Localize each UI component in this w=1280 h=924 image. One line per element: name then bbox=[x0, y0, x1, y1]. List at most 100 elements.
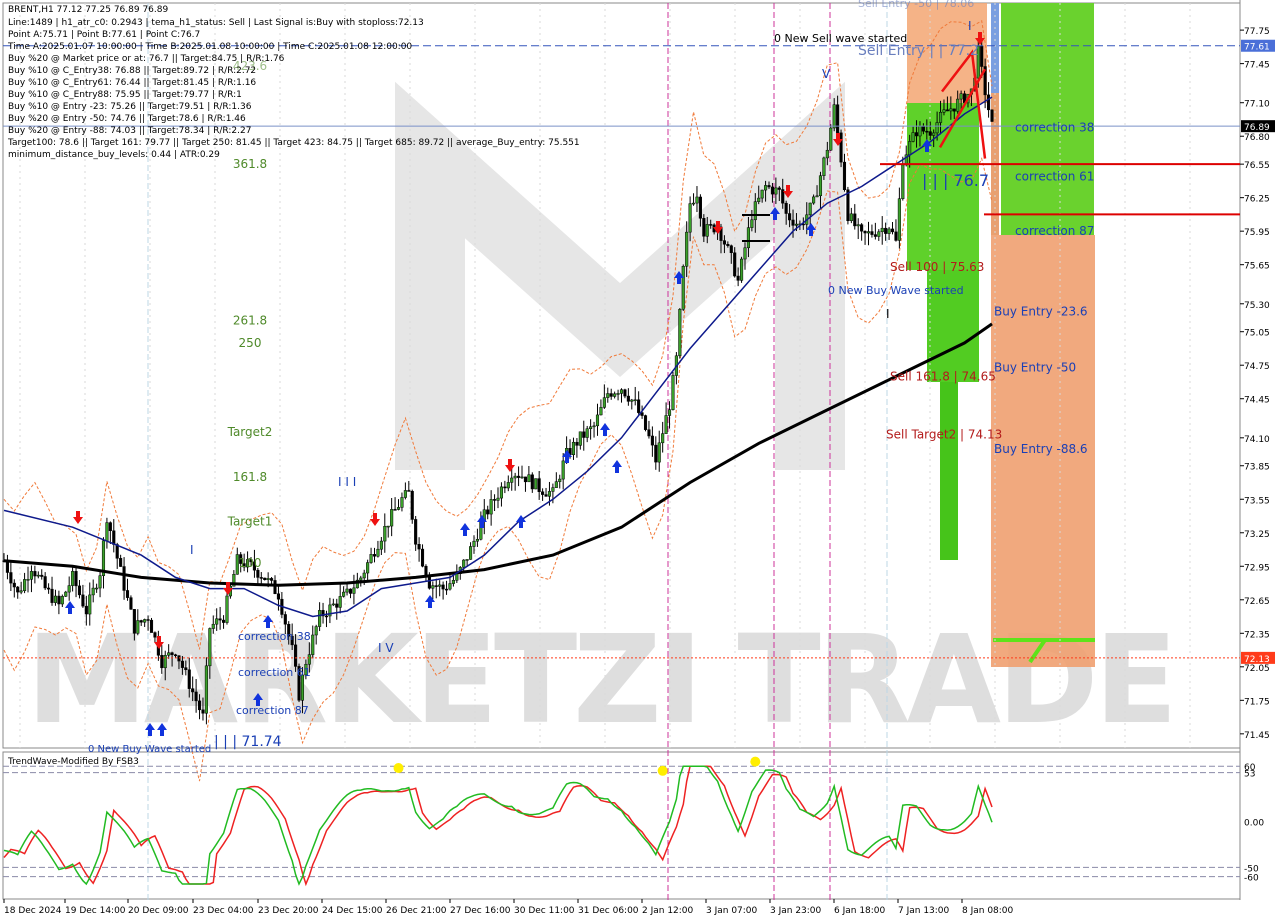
x-tick-label: 6 Jan 18:00 bbox=[834, 906, 886, 916]
osc-tick-label: -60 bbox=[1244, 874, 1259, 884]
fib-label: 100 bbox=[239, 556, 262, 570]
candle-body bbox=[729, 245, 733, 254]
candle-body bbox=[201, 709, 205, 714]
candle-body bbox=[95, 587, 99, 590]
candle-body bbox=[609, 393, 613, 397]
osc-tick-label: 0.00 bbox=[1244, 818, 1264, 828]
candle-body bbox=[623, 389, 627, 397]
candle-body bbox=[91, 587, 95, 596]
candle-body bbox=[578, 431, 582, 446]
candle-body bbox=[661, 433, 665, 444]
candle bbox=[149, 617, 154, 633]
candle-body bbox=[520, 476, 524, 479]
candle-body bbox=[853, 213, 857, 227]
green-zone-right bbox=[1001, 3, 1094, 235]
candle-body bbox=[914, 132, 919, 137]
y-tick-label: 76.55 bbox=[1244, 161, 1270, 171]
candle-body bbox=[585, 428, 589, 438]
candle-body bbox=[551, 487, 555, 492]
info-line: Buy %20 @ Entry -88: 74.03 || Target:78.… bbox=[8, 126, 251, 136]
candle-body bbox=[362, 572, 366, 579]
candle-body bbox=[191, 688, 195, 693]
candle-body bbox=[441, 584, 445, 590]
candle-body bbox=[870, 231, 874, 235]
right-label: correction 87 bbox=[1015, 224, 1094, 238]
candle-body bbox=[650, 435, 654, 446]
candle-body bbox=[849, 213, 853, 222]
price-tag-label: 77.61 bbox=[1244, 43, 1270, 53]
candle-body bbox=[393, 509, 397, 511]
x-tick-label: 3 Jan 23:00 bbox=[770, 906, 822, 916]
candle-body bbox=[12, 582, 16, 588]
chart-root: MARKETZI TRADE 361.8 261.8 250 Target2 161.8… bbox=[0, 0, 1280, 920]
candle-body bbox=[633, 399, 637, 401]
candle-body bbox=[215, 618, 219, 625]
candle-body bbox=[818, 175, 823, 197]
candle bbox=[678, 308, 682, 359]
candle-body bbox=[19, 590, 23, 593]
candle-body bbox=[270, 578, 274, 581]
candle-body bbox=[420, 548, 425, 567]
candle-body bbox=[523, 476, 527, 483]
candle-body bbox=[894, 231, 898, 241]
right-label: Buy Entry -50 bbox=[994, 360, 1076, 374]
candle-body bbox=[911, 132, 915, 142]
candle-body bbox=[722, 240, 726, 245]
price-chart[interactable]: MARKETZI TRADE 361.8261.8250Target2161.8… bbox=[0, 0, 1280, 920]
y-tick-label: 72.35 bbox=[1244, 630, 1270, 640]
candle-body bbox=[626, 395, 630, 402]
candle-body bbox=[863, 230, 867, 234]
candle-body bbox=[125, 590, 130, 598]
candle-body bbox=[770, 186, 774, 195]
candle-body bbox=[204, 665, 208, 714]
candle-body bbox=[184, 667, 188, 670]
buy-wave-label: 0 New Buy Wave started bbox=[828, 284, 964, 297]
candle-body bbox=[592, 425, 596, 428]
candle-body bbox=[33, 571, 37, 577]
candle-body bbox=[119, 558, 123, 567]
candle-body bbox=[932, 132, 936, 136]
candle-body bbox=[959, 93, 963, 100]
candle-body bbox=[860, 224, 864, 232]
candle-body bbox=[990, 109, 994, 122]
correction-38-label: correction 38 bbox=[238, 630, 311, 643]
candle-body bbox=[149, 619, 154, 633]
candle bbox=[534, 478, 538, 490]
candle-body bbox=[400, 497, 404, 508]
candle-body bbox=[81, 594, 85, 607]
candle-body bbox=[654, 444, 658, 463]
candle-body bbox=[544, 494, 548, 497]
correction-87-label: correction 87 bbox=[236, 704, 309, 717]
candle-body bbox=[942, 109, 946, 113]
candle-body bbox=[465, 559, 469, 561]
right-label: Buy Entry -88.6 bbox=[994, 442, 1088, 456]
y-tick-label: 73.25 bbox=[1244, 530, 1270, 540]
candle-body bbox=[314, 626, 318, 636]
y-tick-label: 74.75 bbox=[1244, 362, 1270, 372]
candle-body bbox=[407, 490, 411, 492]
candle-body bbox=[307, 654, 311, 665]
candle-body bbox=[547, 491, 552, 497]
candle-body bbox=[695, 196, 699, 204]
candle-body bbox=[499, 486, 503, 499]
x-tick-label: 7 Jan 13:00 bbox=[898, 906, 950, 916]
candle-body bbox=[345, 588, 349, 593]
candle-body bbox=[462, 559, 466, 568]
candle-body bbox=[197, 700, 202, 711]
x-tick-label: 20 Dec 09:00 bbox=[128, 906, 189, 916]
candle bbox=[740, 256, 744, 283]
candle-body bbox=[427, 576, 431, 589]
candle-body bbox=[29, 571, 33, 580]
y-tick-label: 72.05 bbox=[1244, 664, 1270, 674]
candle-body bbox=[664, 415, 668, 434]
candle-body bbox=[647, 429, 651, 437]
candle bbox=[671, 371, 675, 411]
candle-body bbox=[866, 231, 871, 234]
candle-body bbox=[637, 399, 641, 413]
info-line: Buy %10 @ Entry -23: 75.26 || Target:79.… bbox=[8, 102, 252, 112]
wave-mark-label: I bbox=[886, 307, 890, 321]
candle-body bbox=[359, 577, 363, 581]
candle-body bbox=[338, 596, 342, 608]
candle-body bbox=[26, 579, 30, 581]
candle-body bbox=[386, 525, 390, 528]
